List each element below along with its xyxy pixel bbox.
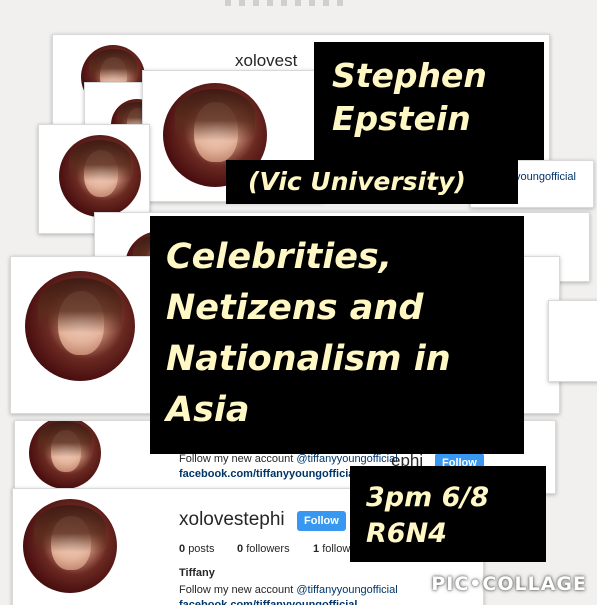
speaker-last-name: Epstein: [332, 99, 471, 138]
collage: xolovest youngofficial Tiffany Follow my…: [0, 0, 597, 605]
speaker-caption: Stephen Epstein: [314, 42, 544, 160]
speaker-first-name: Stephen: [332, 56, 487, 95]
bio-handle: youngofficial: [515, 171, 576, 183]
profile-avatar: [29, 421, 101, 489]
talk-title-caption: Celebrities, Netizens and Nationalism in…: [150, 216, 524, 454]
time-location-caption: 3pm 6/8 R6N4: [350, 466, 546, 562]
title-line: Celebrities,: [166, 237, 393, 277]
bio-line: Follow my new account @tiffanyyoungoffic…: [179, 453, 398, 465]
watermark-logo: PIC•COLLAGE: [431, 573, 587, 595]
profile-avatar: [23, 499, 117, 593]
torn-scrap: [225, 0, 345, 6]
title-line: Asia: [166, 390, 250, 430]
posts-stat: 0 posts: [179, 543, 215, 555]
bio-line: Follow my new account @tiffanyyoungoffic…: [179, 584, 398, 596]
followers-stat[interactable]: 0 followers: [237, 543, 290, 555]
profile-card-8: [548, 300, 597, 382]
profile-username: xolovestephi: [179, 509, 285, 530]
event-room: R6N4: [366, 518, 447, 549]
following-stat[interactable]: 1 follow: [313, 543, 350, 555]
bio-link[interactable]: facebook.com/tiffanyyoungofficial: [179, 468, 357, 480]
title-line: Nationalism in: [166, 339, 451, 379]
follow-button[interactable]: Follow: [297, 511, 346, 531]
profile-username: xolovest: [235, 51, 298, 70]
profile-avatar: [25, 271, 135, 381]
bio-name: Tiffany: [179, 567, 215, 579]
title-line: Netizens and: [166, 288, 424, 328]
affiliation-caption: (Vic University): [226, 160, 518, 204]
event-time: 3pm 6/8: [366, 482, 490, 513]
bio-link[interactable]: facebook.com/tiffanyyoungofficial: [179, 599, 357, 605]
profile-avatar: [59, 135, 141, 217]
